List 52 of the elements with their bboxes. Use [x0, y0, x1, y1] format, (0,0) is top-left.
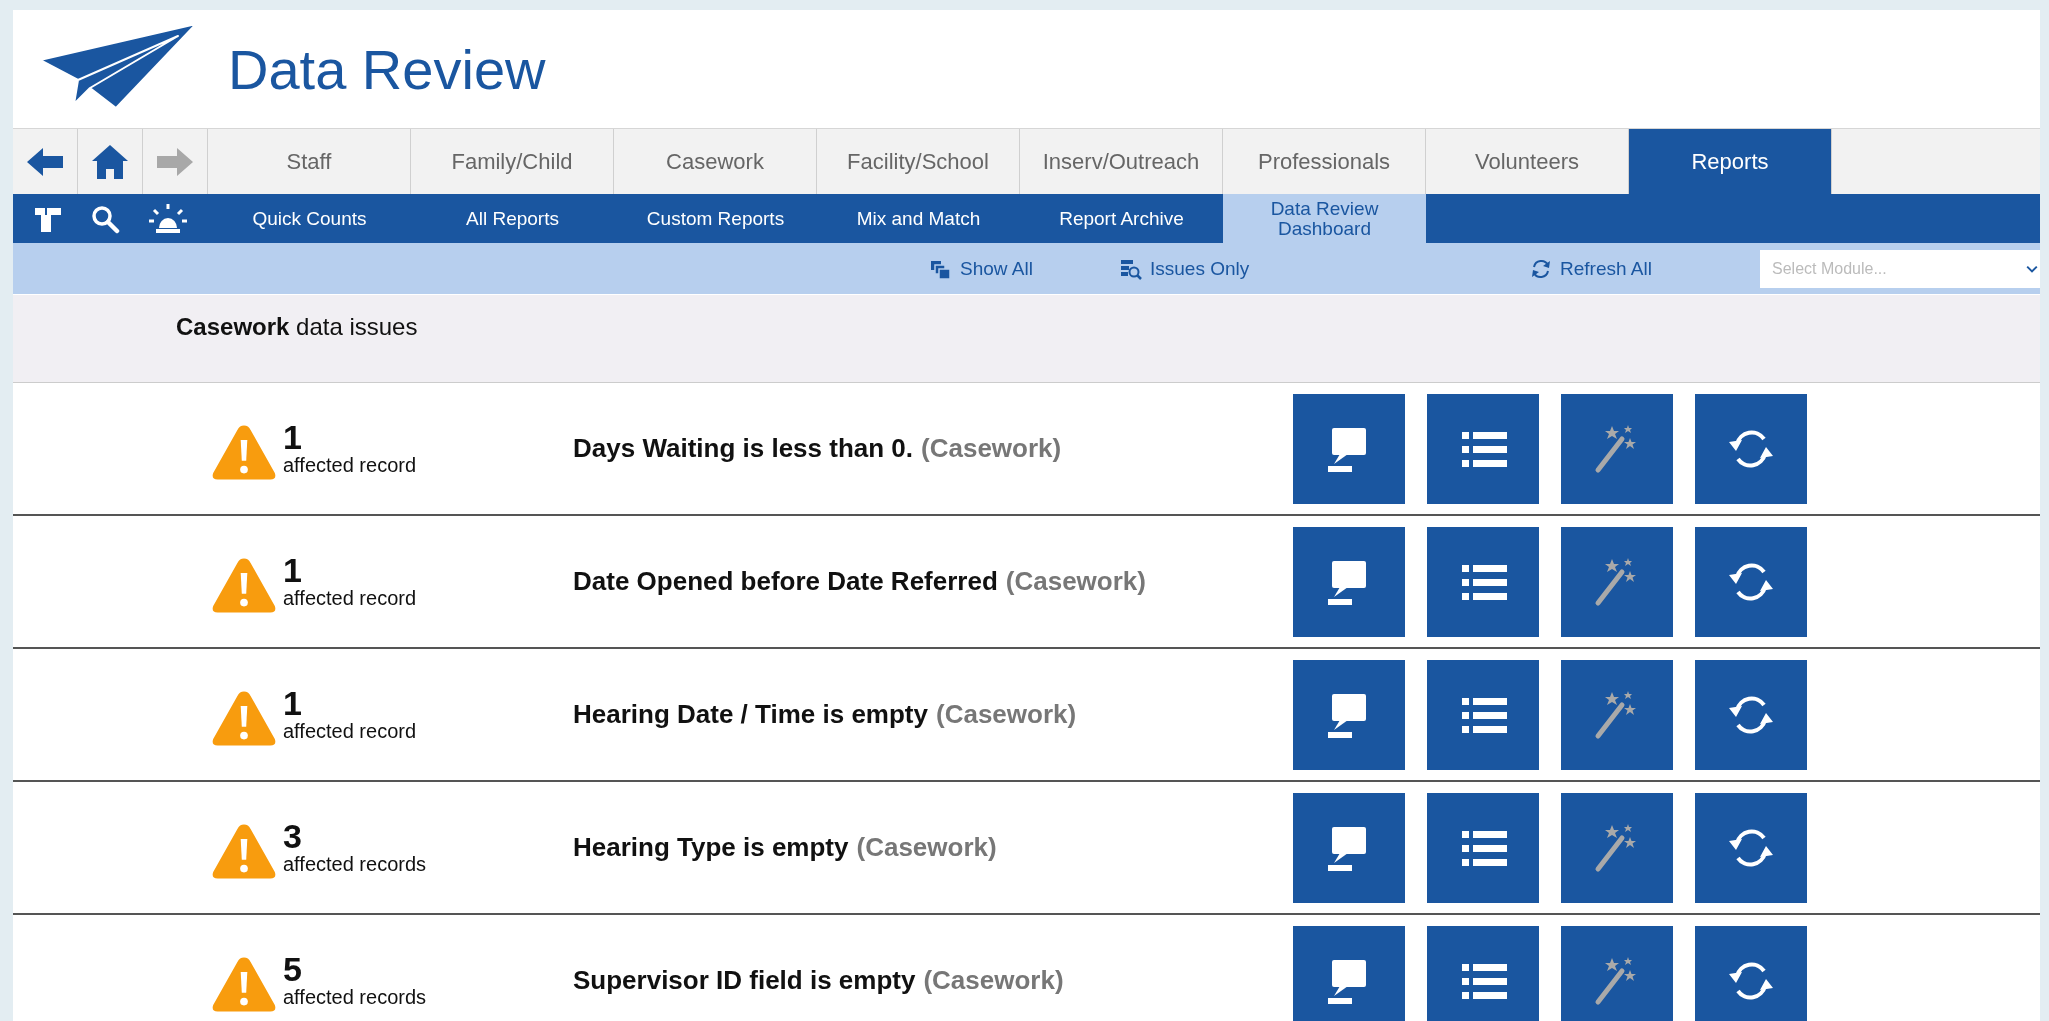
- list-button[interactable]: [1427, 526, 1539, 637]
- issue-count: 5: [283, 952, 303, 986]
- list-button[interactable]: [1427, 925, 1539, 1021]
- issue-count: 3: [283, 819, 303, 853]
- magic-wand-button[interactable]: [1561, 925, 1673, 1021]
- refresh-button[interactable]: [1695, 792, 1807, 903]
- list-button[interactable]: [1427, 659, 1539, 770]
- refresh-button[interactable]: [1695, 659, 1807, 770]
- magic-wand-button[interactable]: [1561, 792, 1673, 903]
- issue-count: 1: [283, 686, 303, 720]
- issue-count: 1: [283, 553, 303, 587]
- page-title: Data Review: [228, 36, 546, 102]
- magic-wand-button[interactable]: [1561, 659, 1673, 770]
- magic-wand-button[interactable]: [1561, 393, 1673, 504]
- search-icon[interactable]: [90, 203, 121, 234]
- module-label: (Casework): [1005, 566, 1146, 597]
- comment-button[interactable]: [1293, 925, 1405, 1021]
- count-label: affected record: [283, 587, 418, 610]
- count-label: affected records: [283, 853, 428, 876]
- comment-button[interactable]: [1293, 526, 1405, 637]
- list-button[interactable]: [1427, 792, 1539, 903]
- refresh-button[interactable]: [1695, 526, 1807, 637]
- issue-title: Supervisor ID field is empty: [573, 965, 916, 996]
- refresh-button[interactable]: [1695, 925, 1807, 1021]
- show-all-button[interactable]: Show All: [930, 257, 1033, 280]
- module-label: (Casework): [936, 699, 1077, 730]
- list-button[interactable]: [1427, 393, 1539, 504]
- module-label: (Casework): [921, 433, 1062, 464]
- issues-only-button[interactable]: Issues Only: [1120, 257, 1250, 280]
- comment-button[interactable]: [1293, 659, 1405, 770]
- module-label: (Casework): [856, 832, 997, 863]
- issue-title: Days Waiting is less than 0.: [573, 433, 914, 464]
- issue-title: Hearing Date / Time is empty: [573, 699, 928, 730]
- nav-tab[interactable]: Reports: [1629, 129, 1832, 194]
- issue-title: Hearing Type is empty: [573, 832, 849, 863]
- comment-button[interactable]: [1293, 792, 1405, 903]
- report-tab[interactable]: Data Review Dashboard: [1223, 194, 1426, 243]
- count-label: affected records: [283, 986, 428, 1009]
- comment-button[interactable]: [1293, 393, 1405, 504]
- module-select[interactable]: Select Module...: [1760, 249, 2040, 288]
- section-heading: Casework data issues: [176, 312, 418, 341]
- alarm-light-icon[interactable]: [148, 201, 189, 236]
- count-label: affected record: [283, 720, 418, 743]
- count-label: affected record: [283, 454, 418, 477]
- refresh-button[interactable]: [1695, 393, 1807, 504]
- issue-count: 1: [283, 420, 303, 454]
- refresh-icon: [1530, 257, 1552, 280]
- module-label: (Casework): [923, 965, 1064, 996]
- refresh-all-button[interactable]: Refresh All: [1530, 257, 1652, 280]
- magic-wand-button[interactable]: [1561, 526, 1673, 637]
- list-search-icon: [1120, 257, 1142, 280]
- issue-title: Date Opened before Date Referred: [573, 566, 998, 597]
